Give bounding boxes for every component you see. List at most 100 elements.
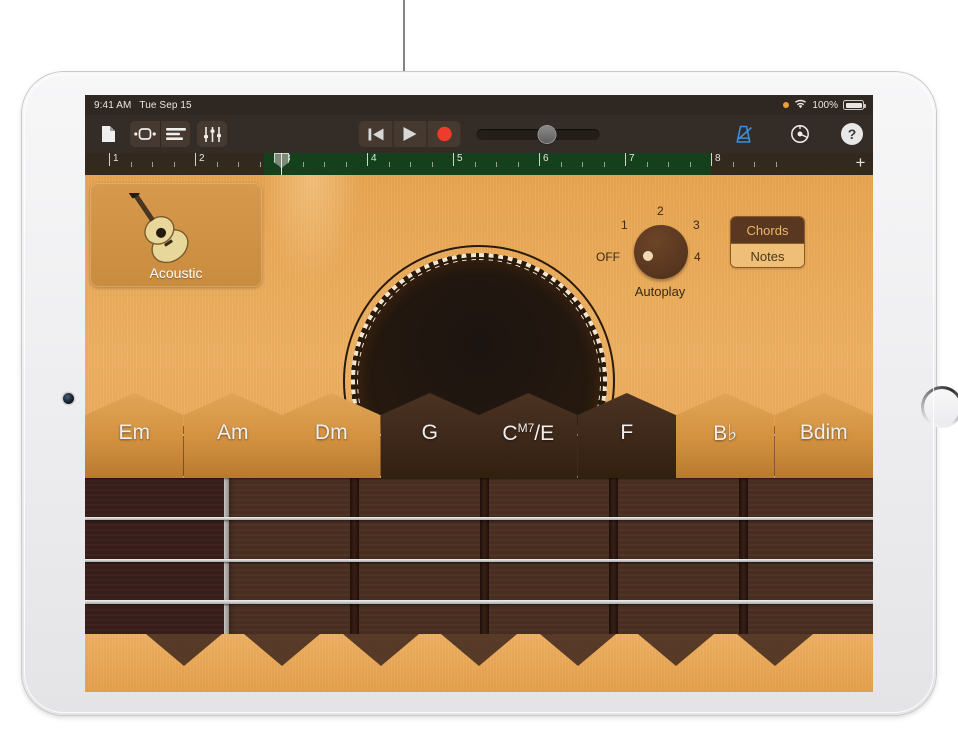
autoplay-label-2[interactable]: 2 [657,204,664,218]
chord-strip-Em[interactable]: Em [85,393,184,478]
beat-tick [561,162,562,167]
chord-label: G [381,421,480,445]
autoplay-control[interactable]: OFF 1 2 3 4 Autoplay [600,200,720,300]
string-5[interactable] [85,600,873,604]
bar-label: 8 [715,153,721,164]
play-button[interactable] [393,121,427,147]
bar-tick [539,153,540,166]
beat-tick [131,162,132,167]
front-camera [63,393,74,404]
beat-tick [668,162,669,167]
bar-tick [367,153,368,166]
autoplay-knob[interactable] [634,225,688,279]
chord-strip-tip [638,634,714,666]
battery-icon [843,100,864,110]
bar-tick [711,153,712,166]
help-button[interactable]: ? [841,123,863,145]
beat-tick [432,162,433,167]
beat-tick [776,162,777,167]
chord-strip-tip [146,634,222,666]
chord-strip-G[interactable]: G [381,393,480,478]
chord-label: F [578,421,677,445]
string-4[interactable] [85,559,873,563]
chord-strip-Am[interactable]: Am [184,393,283,478]
toggle-option-chords[interactable]: Chords [731,217,804,243]
metronome-button[interactable] [729,121,759,147]
chord-label: Dm [282,421,381,445]
toolbar-right-group: ? [729,121,863,147]
beat-tick [346,162,347,167]
main-toolbar: ? [85,115,873,153]
chords-notes-toggle[interactable]: Chords Notes [730,216,805,268]
playhead[interactable] [274,153,289,175]
beat-tick [582,162,583,167]
beat-tick [496,162,497,167]
status-bar-left: 9:41 AM Tue Sep 15 [94,100,192,111]
beat-tick [475,162,476,167]
beat-tick [733,162,734,167]
chord-extension: M7 [518,421,535,435]
add-section-button[interactable]: + [853,156,868,171]
autoplay-label-off[interactable]: OFF [596,250,620,264]
instrument-card[interactable]: Acoustic [90,183,262,287]
chord-strip-tip [343,634,419,666]
beat-tick [324,162,325,167]
rewind-button[interactable] [359,121,393,147]
documents-button[interactable] [93,121,123,147]
ipad-screen: 9:41 AM Tue Sep 15 100% [85,95,873,692]
chord-strip-Dm[interactable]: Dm [282,393,381,478]
chord-strip-tip [441,634,517,666]
bar-label: 4 [371,153,377,164]
status-date: Tue Sep 15 [139,100,191,111]
chord-strip-CM7/E[interactable]: CM7/E [479,393,578,478]
bar-label: 1 [113,153,119,164]
settings-button[interactable] [785,121,815,147]
chord-strip-Bb[interactable]: B♭ [676,393,775,478]
beat-tick [410,162,411,167]
chord-strip-tip [540,634,616,666]
mixer-button[interactable] [197,121,227,147]
status-bar-right: 100% [783,99,864,112]
master-volume-slider[interactable] [477,129,600,140]
acoustic-guitar-icon [128,193,224,272]
chord-strip-Bdim[interactable]: Bdim [775,393,874,478]
view-segmented-control [130,121,190,147]
transport-controls [359,121,461,147]
beat-tick [174,162,175,167]
beat-tick [754,162,755,167]
wifi-icon [794,99,807,112]
chord-label: Bdim [775,421,874,445]
tracks-view-button[interactable] [160,121,190,147]
timeline-ruler[interactable]: 12345678 + [85,153,873,175]
beat-tick [260,162,261,167]
chord-label: Am [184,421,283,445]
status-time: 9:41 AM [94,100,131,111]
chord-strip-F[interactable]: F [578,393,677,478]
beat-tick [518,162,519,167]
volume-slider-knob[interactable] [539,126,556,143]
autoplay-label-4[interactable]: 4 [694,250,701,264]
autoplay-label-1[interactable]: 1 [621,218,628,232]
chord-strip-tip [737,634,813,666]
record-button[interactable] [427,121,461,147]
chord-label: B♭ [676,421,775,446]
status-bar: 9:41 AM Tue Sep 15 100% [85,95,873,115]
home-button[interactable] [921,386,958,428]
autoplay-label-3[interactable]: 3 [693,218,700,232]
beat-tick [647,162,648,167]
autoplay-title: Autoplay [600,284,720,299]
string-3[interactable] [85,517,873,520]
screenshot-root: 9:41 AM Tue Sep 15 100% [0,0,958,737]
ipad-device: 9:41 AM Tue Sep 15 100% [22,72,936,715]
playhead-stem [281,153,282,175]
bar-tick [453,153,454,166]
cycle-region[interactable] [264,153,711,175]
toggle-option-notes[interactable]: Notes [731,243,804,268]
chord-label: Em [85,421,184,445]
bar-tick [195,153,196,166]
chord-strip-tip [244,634,320,666]
beat-tick [690,162,691,167]
autoplay-knob-indicator [643,251,653,261]
loop-browser-button[interactable] [130,121,160,147]
bar-tick [109,153,110,166]
